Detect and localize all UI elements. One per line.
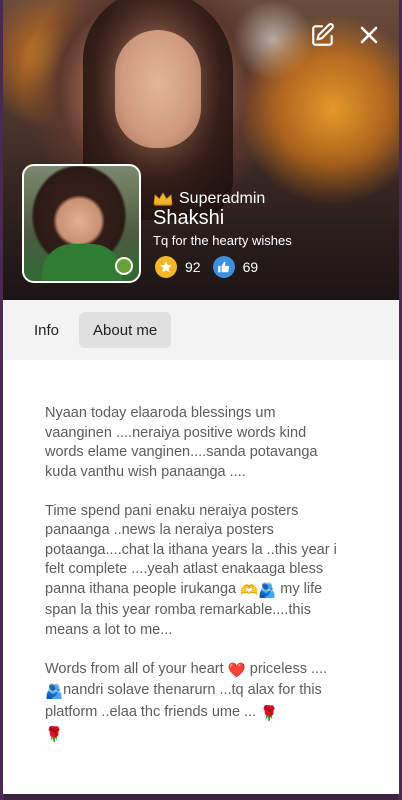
tab-info[interactable]: Info — [20, 312, 73, 348]
tab-about-me[interactable]: About me — [79, 312, 172, 348]
about-paragraph: Words from all of your heart ❤️ priceles… — [45, 660, 345, 746]
crown-icon — [153, 192, 173, 206]
profile-modal: Superadmin Shakshi Tq for the hearty wis… — [3, 0, 399, 794]
about-text: priceless .... — [245, 660, 328, 677]
status-message: Tq for the hearty wishes — [153, 233, 292, 248]
role-row: Superadmin — [153, 190, 265, 208]
about-me-content: Nyaan today elaaroda blessings um vaangi… — [45, 404, 345, 765]
stars-stat: 92 — [155, 256, 201, 278]
about-text: nandri solave thenarurn ...tq alax for t… — [45, 682, 322, 720]
profile-stats: 92 69 — [155, 256, 270, 278]
avatar-figure — [42, 244, 122, 281]
likes-count: 69 — [242, 259, 259, 275]
close-button[interactable] — [354, 20, 384, 50]
role-label: Superadmin — [179, 190, 266, 207]
edit-icon — [312, 23, 334, 46]
about-paragraph: Nyaan today elaaroda blessings um vaangi… — [45, 404, 345, 482]
online-status-indicator — [115, 257, 133, 275]
cover-photo: Superadmin Shakshi Tq for the hearty wis… — [3, 0, 399, 300]
profile-name: Shakshi — [153, 207, 225, 229]
edit-button[interactable] — [308, 20, 338, 50]
about-text: Words from all of your heart — [45, 660, 228, 677]
heart-hands-emoji-icon: 🫶 — [240, 582, 259, 599]
stars-count: 92 — [185, 259, 201, 275]
hug-emoji-icon: 🫂 — [258, 582, 277, 599]
profile-tabs: Info About me — [3, 300, 399, 360]
about-paragraph: Time spend pani enaku neraiya posters pa… — [45, 502, 345, 641]
thumbs-up-icon — [212, 256, 235, 278]
heart-emoji-icon: ❤️ — [227, 662, 246, 679]
rose-emoji-icon: 🌹 — [45, 727, 64, 743]
close-icon — [360, 26, 378, 44]
cover-photo-face — [115, 30, 201, 148]
rose-emoji-icon: 🌹 — [260, 705, 279, 722]
about-text: Nyaan today elaaroda blessings um vaangi… — [45, 405, 318, 480]
likes-stat: 69 — [212, 256, 259, 278]
star-icon — [155, 256, 177, 278]
hug-emoji-icon: 🫂 — [45, 684, 64, 700]
